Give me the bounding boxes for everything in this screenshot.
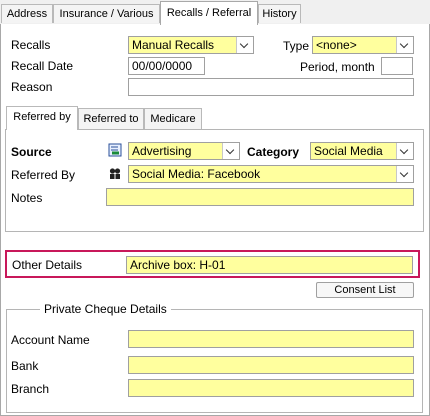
people-search-icon[interactable] (108, 166, 122, 180)
source-label: Source (11, 145, 52, 159)
tab-referred-by[interactable]: Referred by (6, 106, 78, 130)
referred-by-select-value: Social Media: Facebook (132, 167, 261, 181)
type-select[interactable]: <none> (312, 36, 414, 54)
type-select-value: <none> (316, 38, 357, 52)
account-name-label: Account Name (11, 333, 90, 347)
source-select-value: Advertising (132, 144, 192, 158)
recall-date-field[interactable]: 00/00/0000 (128, 57, 205, 75)
category-select[interactable]: Social Media (310, 142, 414, 160)
period-label: Period, month (300, 60, 375, 74)
consent-list-button[interactable]: Consent List (316, 282, 414, 298)
tab-insurance-various[interactable]: Insurance / Various (53, 4, 160, 23)
chevron-down-icon[interactable] (236, 37, 253, 53)
chevron-down-icon[interactable] (396, 166, 413, 182)
tab-medicare[interactable]: Medicare (144, 108, 202, 129)
chevron-down-icon[interactable] (396, 143, 413, 159)
reason-label: Reason (11, 80, 53, 94)
recalls-select[interactable]: Manual Recalls (128, 36, 254, 54)
account-name-field[interactable] (128, 330, 414, 348)
source-select[interactable]: Advertising (128, 142, 240, 160)
branch-field[interactable] (128, 379, 414, 397)
notes-label: Notes (11, 191, 43, 205)
referred-by-label: Referred By (11, 168, 76, 182)
other-details-label: Other Details (12, 258, 83, 272)
tab-recalls-referral[interactable]: Recalls / Referral (160, 1, 258, 25)
category-select-value: Social Media (314, 144, 383, 158)
type-label: Type (283, 39, 310, 53)
private-cheque-title: Private Cheque Details (40, 302, 171, 316)
notes-field[interactable] (106, 188, 414, 206)
bank-label: Bank (11, 359, 39, 373)
recall-date-label: Recall Date (11, 59, 74, 73)
tab-address[interactable]: Address (1, 4, 53, 23)
bank-field[interactable] (128, 356, 414, 374)
tab-bar: Address Insurance / Various Recalls / Re… (0, 0, 430, 25)
reason-field[interactable] (128, 78, 414, 96)
chevron-down-icon[interactable] (396, 37, 413, 53)
tab-referred-to[interactable]: Referred to (78, 108, 144, 129)
edit-list-icon[interactable] (108, 143, 122, 157)
chevron-down-icon[interactable] (222, 143, 239, 159)
recalls-label: Recalls (11, 38, 51, 52)
tab-history[interactable]: History (258, 4, 301, 23)
branch-label: Branch (11, 382, 50, 396)
recalls-select-value: Manual Recalls (132, 38, 215, 52)
category-label: Category (247, 145, 300, 159)
referred-by-select[interactable]: Social Media: Facebook (128, 165, 414, 183)
other-details-field[interactable]: Archive box: H-01 (126, 256, 413, 274)
period-field[interactable] (381, 57, 413, 75)
